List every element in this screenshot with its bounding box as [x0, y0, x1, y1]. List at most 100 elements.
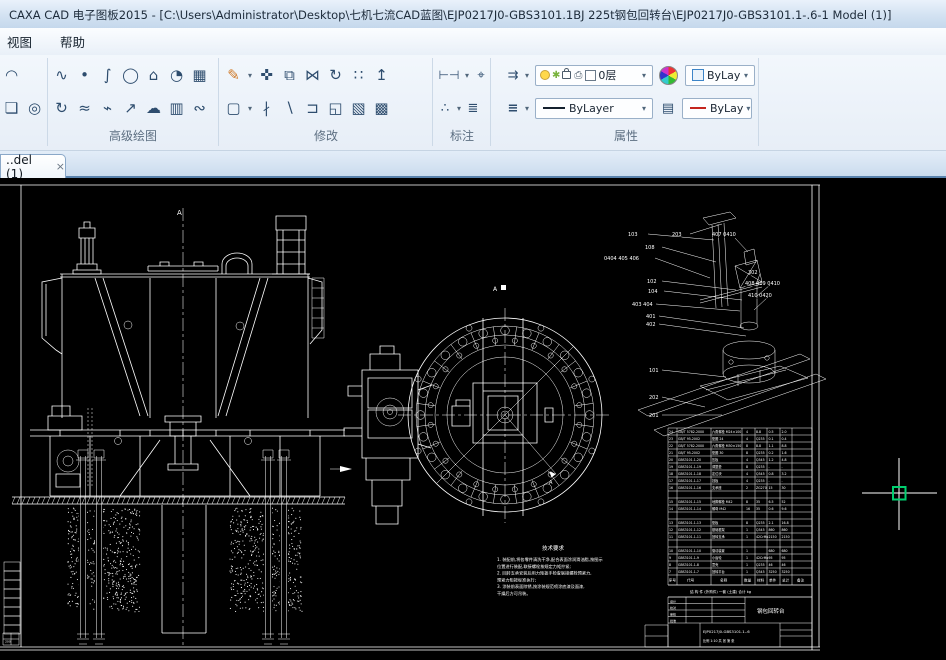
chevron-down-icon[interactable]: ▾	[462, 71, 472, 80]
svg-text:Q235: Q235	[756, 563, 765, 567]
lineweight-icon[interactable]: ≡	[504, 95, 522, 121]
svg-text:Q235: Q235	[756, 437, 765, 441]
svg-text:技术要求: 技术要求	[542, 544, 565, 552]
linetype-combo[interactable]: ByLayer ▾	[535, 98, 653, 119]
svg-text:20: 20	[669, 458, 673, 462]
dimension-icon[interactable]: ⊢⊣	[436, 62, 462, 88]
select-rect-icon[interactable]: ▢	[222, 95, 245, 121]
svg-text:8.8: 8.8	[756, 444, 761, 448]
style-manager-icon[interactable]: ⇉	[504, 62, 522, 88]
svg-text:单件: 单件	[769, 578, 777, 583]
cad-drawing: A A A	[0, 178, 946, 656]
color-wheel-icon[interactable]	[659, 66, 678, 85]
chevron-down-icon[interactable]: ▾	[743, 104, 753, 113]
svg-text:8: 8	[746, 444, 748, 448]
block-icon[interactable]: ▩	[370, 95, 393, 121]
svg-text:24: 24	[669, 430, 673, 434]
chevron-down-icon[interactable]: ▾	[454, 104, 464, 113]
chevron-down-icon[interactable]: ▾	[522, 104, 532, 113]
zigzag-icon[interactable]: ⌁	[96, 95, 119, 121]
chevron-down-icon[interactable]: ▾	[245, 104, 255, 113]
ribbon-group-draw: ∿ • ∫ ◯ ⌂ ◔ ▦ ↻ ≈ ⌁ ↗ ☁ ▥ ∾ 高级绘图	[50, 55, 216, 150]
svg-text:1. 装配前,将各零件清洗干净,配合表面涂润滑油脂,按图示: 1. 装配前,将各零件清洗干净,配合表面涂润滑油脂,按图示	[497, 556, 603, 563]
ribbon-group-dimension: ⊢⊣ ▾ ⌖ ∴ ▾ ≣ 标注	[436, 55, 488, 150]
close-icon[interactable]: ×	[56, 160, 65, 173]
text-annotate-icon[interactable]: ≣	[464, 95, 482, 121]
svg-text:0.8: 0.8	[769, 472, 774, 476]
layer-freeze-icon: ✱	[552, 70, 560, 81]
rotate-icon[interactable]: ↻	[324, 62, 347, 88]
arrow-icon[interactable]: ↗	[119, 95, 142, 121]
svg-text:0.2: 0.2	[769, 451, 774, 455]
chevron-down-icon[interactable]: ▾	[741, 71, 751, 80]
hatch-icon[interactable]: ▤	[659, 95, 677, 121]
cloud-icon[interactable]: ☁	[142, 95, 165, 121]
point-icon[interactable]: •	[73, 62, 96, 88]
svg-text:地脚螺栓 M42: 地脚螺栓 M42	[712, 499, 733, 504]
mirror-icon[interactable]: ⋈	[301, 62, 324, 88]
extend-icon[interactable]: ⊐	[301, 95, 324, 121]
arc-circle-icon[interactable]: ◔	[165, 62, 188, 88]
wave-icon[interactable]: ≈	[73, 95, 96, 121]
spline-icon[interactable]: ∿	[50, 62, 73, 88]
drawing-canvas[interactable]: A A A	[0, 178, 946, 656]
svg-text:GBS3101.1-8: GBS3101.1-8	[678, 563, 699, 567]
svg-text:410 0420: 410 0420	[748, 293, 772, 299]
svg-text:定位块: 定位块	[712, 471, 722, 476]
chevron-down-icon[interactable]: ▾	[639, 71, 649, 80]
solid-icon[interactable]: ▧	[347, 95, 370, 121]
svg-text:0.5: 0.5	[769, 430, 774, 434]
formula-curve-icon[interactable]: ∫	[96, 62, 119, 88]
viewport-icon[interactable]: ◎	[23, 95, 46, 121]
arc-tool-icon[interactable]: ◠	[0, 62, 23, 88]
ribbon: ◠ ❏ ◎ ∿ • ∫ ◯ ⌂ ◔ ▦ ↻ ≈ ⌁ ↗ ☁ ▥ ∾ 高级绘图	[0, 55, 946, 151]
svg-text:8.8: 8.8	[782, 444, 787, 448]
chevron-down-icon[interactable]: ▾	[522, 71, 532, 80]
document-tab[interactable]: ..del (1) ×	[0, 154, 66, 178]
chevron-down-icon[interactable]: ▾	[245, 71, 255, 80]
polygon-icon[interactable]: ⌂	[142, 62, 165, 88]
stretch-icon[interactable]: ↥	[370, 62, 393, 88]
layer-combo[interactable]: ✱ ⎙ 0层 ▾	[535, 65, 653, 86]
svg-text:680: 680	[782, 549, 788, 553]
chevron-down-icon[interactable]: ▾	[639, 104, 649, 113]
title-block: 结 构 件 (外购件) 一套 (土建) 合计 kg 钢包回转台 EJP0217J…	[3, 585, 812, 647]
svg-text:8: 8	[746, 500, 748, 504]
table-icon[interactable]: ▦	[188, 62, 211, 88]
corner-icon[interactable]: ◱	[324, 95, 347, 121]
svg-text:104: 104	[648, 289, 658, 295]
svg-text:2: 2	[746, 486, 748, 490]
menu-help[interactable]: 帮助	[46, 32, 99, 51]
menu-view[interactable]: 视图	[0, 32, 46, 51]
svg-text:19: 19	[669, 465, 673, 469]
constraint-icon[interactable]: ∴	[436, 95, 454, 121]
svg-text:螺母 M42: 螺母 M42	[712, 506, 726, 511]
svg-text:22: 22	[669, 444, 673, 448]
coordinate-icon[interactable]: ⌖	[472, 62, 490, 88]
layer-combo-value: 0层	[598, 67, 616, 83]
color-combo[interactable]: ByLay ▾	[685, 65, 755, 86]
sheet-frame	[0, 185, 820, 650]
revolve-icon[interactable]: ↻	[50, 95, 73, 121]
cloudline-icon[interactable]: ∾	[188, 95, 211, 121]
ellipse-icon[interactable]: ◯	[119, 62, 142, 88]
svg-text:7: 7	[669, 570, 671, 574]
trim-icon[interactable]: ∖	[278, 95, 301, 121]
hole-axis-icon[interactable]: ▥	[165, 95, 188, 121]
svg-text:103: 103	[628, 232, 638, 238]
linewidth-combo[interactable]: ByLay ▾	[682, 98, 752, 119]
move-icon[interactable]: ✜	[255, 62, 278, 88]
svg-text:8: 8	[746, 521, 748, 525]
copy-icon[interactable]: ⧉	[278, 62, 301, 88]
svg-text:GB/T 95-2002: GB/T 95-2002	[678, 437, 700, 441]
region-icon[interactable]: ❏	[0, 95, 23, 121]
svg-text:-: -	[782, 465, 783, 469]
title-block-product: 钢包回转台	[757, 607, 785, 615]
svg-text:垫圈 30: 垫圈 30	[712, 450, 723, 455]
svg-text:GB/T 5782-2000: GB/T 5782-2000	[678, 430, 704, 434]
svg-text:GBS3101.1-15: GBS3101.1-15	[678, 500, 701, 504]
array-icon[interactable]: ∷	[347, 62, 370, 88]
svg-text:35: 35	[756, 507, 760, 511]
format-brush-icon[interactable]: ✎	[222, 62, 245, 88]
break-icon[interactable]: ∤	[255, 95, 278, 121]
